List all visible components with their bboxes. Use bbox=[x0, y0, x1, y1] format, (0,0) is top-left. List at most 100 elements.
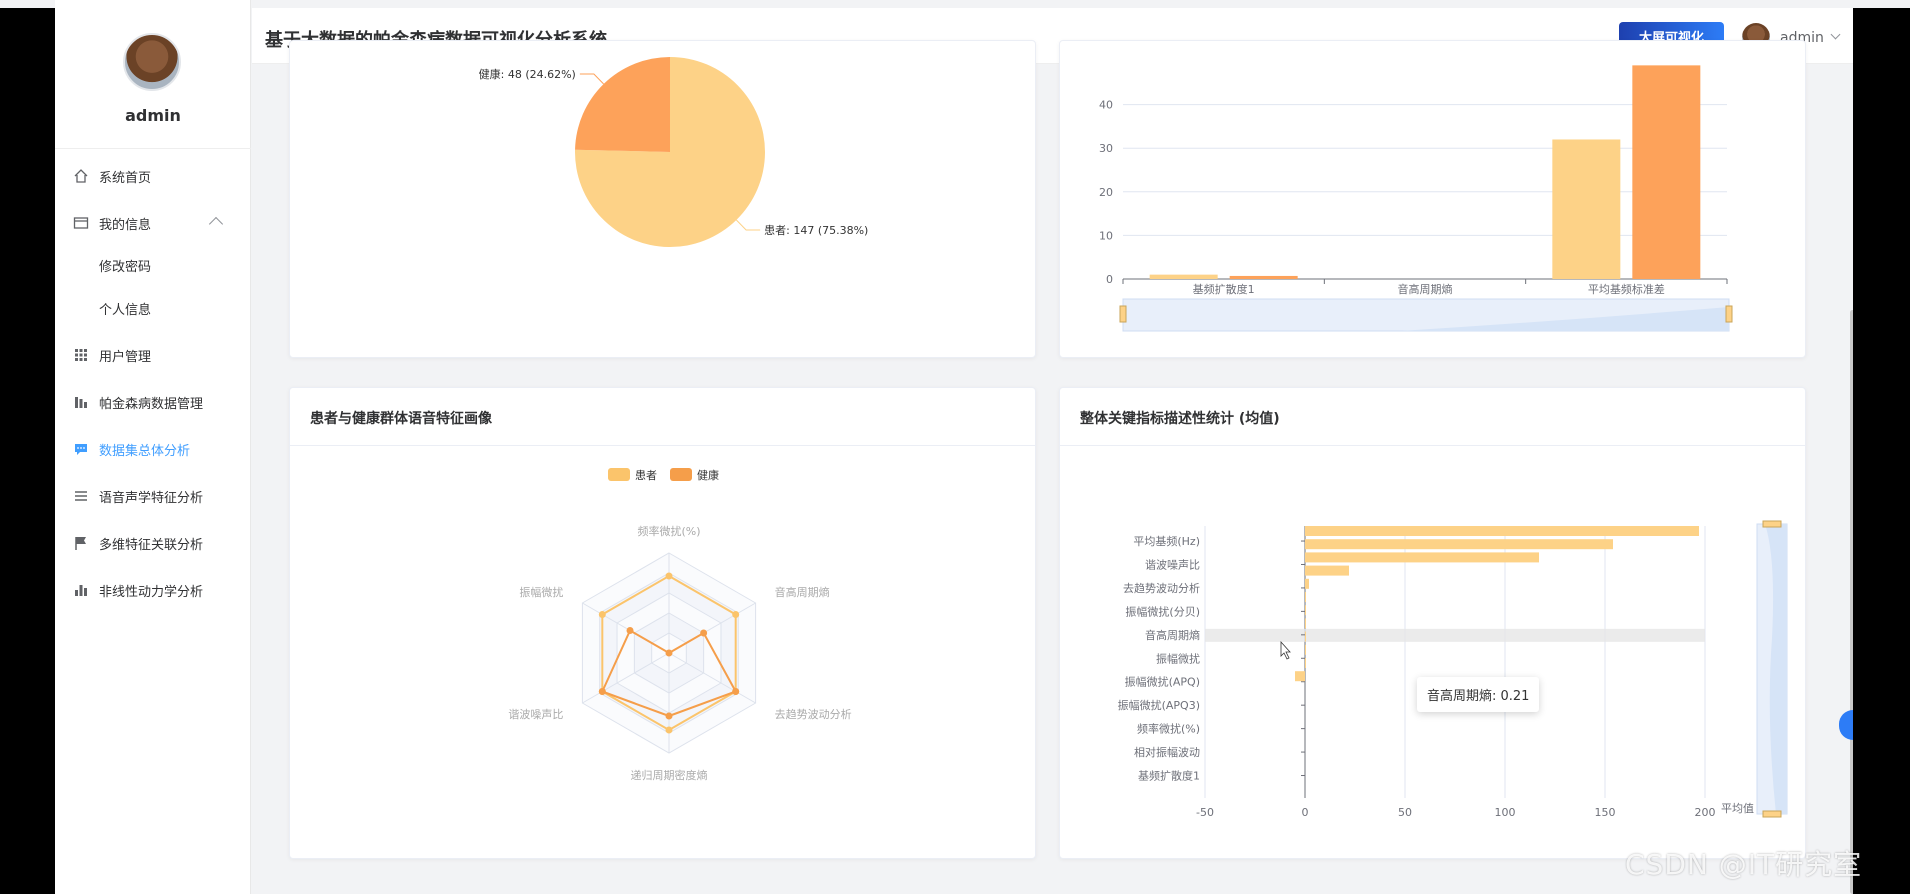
zoom-handle-right bbox=[1725, 305, 1733, 323]
bar bbox=[1305, 539, 1613, 550]
pie-label-line bbox=[579, 73, 604, 85]
y-tick-label: 10 bbox=[1099, 229, 1113, 242]
card-descriptive-stats: 整体关键指标描述性统计 (均值) -50 0 50 100 150 200 平均基频(Hz)… bbox=[1059, 387, 1806, 859]
y-tick-label: 振幅微扰(分贝) bbox=[1125, 604, 1200, 618]
sidebar-item-users[interactable]: 用户管理 bbox=[55, 335, 251, 375]
y-tick-label: 振幅微扰(APQ) bbox=[1125, 675, 1200, 689]
bar bbox=[1305, 631, 1306, 642]
chevron-down-icon[interactable] bbox=[1830, 29, 1841, 40]
pie-slice-label: 健康: 48 (24.62%) bbox=[479, 67, 576, 81]
radar-indicator-label: 音高周期熵 bbox=[775, 585, 830, 599]
sidebar-item-correlation-analysis[interactable]: 多维特征关联分析 bbox=[55, 523, 251, 563]
card-bar-chart: 0 10 20 30 40 基频扩散度1 音高周期熵 平均基频标准差 bbox=[1059, 40, 1806, 358]
pie-chart: 患者: 147 (75.38%) 健康: 48 (24.62%) bbox=[479, 57, 868, 247]
y-tick-label: 30 bbox=[1099, 142, 1113, 155]
radar-point bbox=[665, 572, 673, 580]
bar bbox=[1305, 526, 1699, 536]
watermark: CSDN @IT研究室 bbox=[1625, 848, 1863, 881]
x-tick-label: 音高周期熵 bbox=[1398, 282, 1453, 296]
y-tick-label: 频率微扰(%) bbox=[1137, 722, 1200, 736]
bar bbox=[1229, 275, 1298, 279]
bar bbox=[1305, 565, 1349, 576]
sidebar-item-label: 非线性动力学分析 bbox=[99, 584, 204, 600]
chart-tooltip: 音高周期熵: 0.21 bbox=[1417, 677, 1540, 712]
x-tick-label: 150 bbox=[1595, 806, 1616, 819]
hover-band bbox=[1205, 628, 1705, 642]
sidebar-item-acoustic-analysis[interactable]: 语音声学特征分析 bbox=[55, 476, 251, 516]
x-tick-label: -50 bbox=[1196, 806, 1214, 819]
sidebar-item-label: 个人信息 bbox=[99, 302, 152, 318]
page-scrollbar[interactable] bbox=[1850, 310, 1853, 894]
sidebar-item-parkinson-data[interactable]: 帕金森病数据管理 bbox=[55, 382, 251, 422]
sidebar-item-label: 修改密码 bbox=[99, 259, 152, 275]
radar-point bbox=[732, 688, 740, 695]
sidebar-item-label: 我的信息 bbox=[99, 217, 152, 233]
radar-point bbox=[626, 627, 634, 634]
pie-slice bbox=[575, 57, 670, 152]
sidebar-item-home[interactable]: 系统首页 bbox=[55, 156, 251, 196]
zoom-handle-bottom bbox=[1762, 810, 1782, 818]
card-radar-chart: 患者与健康群体语音特征画像 患者 健康 频率微扰(%) 音高周期熵 去趋势波动分析 递归周… bbox=[289, 387, 1036, 859]
y-tick-label: 40 bbox=[1099, 99, 1113, 112]
mouse-cursor-icon bbox=[1280, 640, 1291, 660]
sidebar-item-label: 多维特征关联分析 bbox=[99, 537, 204, 553]
sidebar-item-label: 语音声学特征分析 bbox=[99, 490, 204, 506]
chevron-up-icon bbox=[208, 216, 224, 232]
chat-icon bbox=[73, 441, 89, 457]
x-tick-label: 100 bbox=[1495, 806, 1516, 819]
sidebar-item-dataset-analysis[interactable]: 数据集总体分析 bbox=[55, 429, 251, 469]
radar-point bbox=[732, 611, 740, 618]
radar-indicator-label: 递归周期密度熵 bbox=[631, 768, 708, 782]
legend-swatch bbox=[608, 468, 630, 481]
grouped-bar-chart: 0 10 20 30 40 基频扩散度1 音高周期熵 平均基频标准差 bbox=[1099, 65, 1733, 332]
pie-label-line bbox=[736, 219, 761, 231]
sidebar-divider bbox=[55, 148, 251, 149]
x-tick-label: 200 bbox=[1695, 806, 1716, 819]
y-tick-label: 振幅微扰(APQ3) bbox=[1118, 698, 1200, 712]
horizontal-bar-chart: -50 0 50 100 150 200 平均基频(Hz) 谐波噪声比去趋势波动分析振幅微扰(… bbox=[1118, 520, 1788, 819]
bars-icon bbox=[73, 394, 89, 410]
bar bbox=[1149, 274, 1218, 279]
bar bbox=[1632, 65, 1701, 279]
sidebar-item-label: 帕金森病数据管理 bbox=[99, 396, 204, 412]
bar bbox=[1552, 139, 1621, 279]
bar bbox=[1305, 578, 1309, 589]
radar-point bbox=[665, 649, 673, 657]
app-frame: admin 系统首页 我的信息 修改密码 个人信息 用户管理 帕金森病数据管理 … bbox=[55, 0, 1853, 894]
zoom-handle-top bbox=[1762, 520, 1782, 528]
pie-slice-label: 患者: 147 (75.38%) bbox=[764, 224, 868, 237]
bar bbox=[1305, 592, 1306, 602]
radar-indicator-label: 振幅微扰 bbox=[519, 585, 563, 599]
radar-point bbox=[598, 611, 606, 618]
bar bbox=[1305, 552, 1539, 563]
profile-card-icon bbox=[73, 215, 89, 231]
bar bbox=[1305, 605, 1306, 616]
bar bbox=[1305, 618, 1306, 629]
y-tick-label: 20 bbox=[1099, 186, 1113, 199]
sidebar-item-change-password[interactable]: 修改密码 bbox=[55, 245, 251, 285]
legend-label: 患者 bbox=[635, 469, 657, 482]
card-pie-chart: 患者: 147 (75.38%) 健康: 48 (24.62%) bbox=[289, 40, 1036, 358]
radar-chart: 患者 健康频率微扰(%) 音高周期熵去趋势波动分析递归周期密度熵 谐波噪声比 振幅微扰 bbox=[508, 468, 852, 782]
legend-label: 健康 bbox=[697, 468, 719, 482]
y-tick-label: 平均基频(Hz) bbox=[1133, 534, 1200, 548]
bar bbox=[1305, 644, 1306, 655]
x-tick-label: 50 bbox=[1398, 806, 1412, 819]
bar bbox=[1295, 671, 1305, 682]
user-avatar[interactable] bbox=[123, 33, 181, 91]
grid-icon bbox=[73, 347, 89, 363]
bar-chart-icon bbox=[73, 582, 89, 598]
y-tick-label: 振幅微扰 bbox=[1156, 651, 1200, 665]
x-tick-label: 基频扩散度1 bbox=[1193, 282, 1255, 296]
sidebar-item-nonlinear-analysis[interactable]: 非线性动力学分析 bbox=[55, 570, 251, 610]
sidebar-item-label: 系统首页 bbox=[99, 170, 152, 186]
x-tick-label: 0 bbox=[1302, 806, 1309, 819]
sidebar-item-my-info[interactable]: 我的信息 bbox=[55, 203, 251, 243]
legend-swatch bbox=[670, 468, 692, 481]
radar-point bbox=[665, 726, 673, 734]
list-icon bbox=[73, 488, 89, 504]
y-tick-label: 0 bbox=[1106, 273, 1113, 286]
sidebar-item-personal-info[interactable]: 个人信息 bbox=[55, 288, 251, 328]
zoom-handle-left bbox=[1119, 305, 1127, 323]
y-tick-label: 去趋势波动分析 bbox=[1123, 581, 1200, 595]
